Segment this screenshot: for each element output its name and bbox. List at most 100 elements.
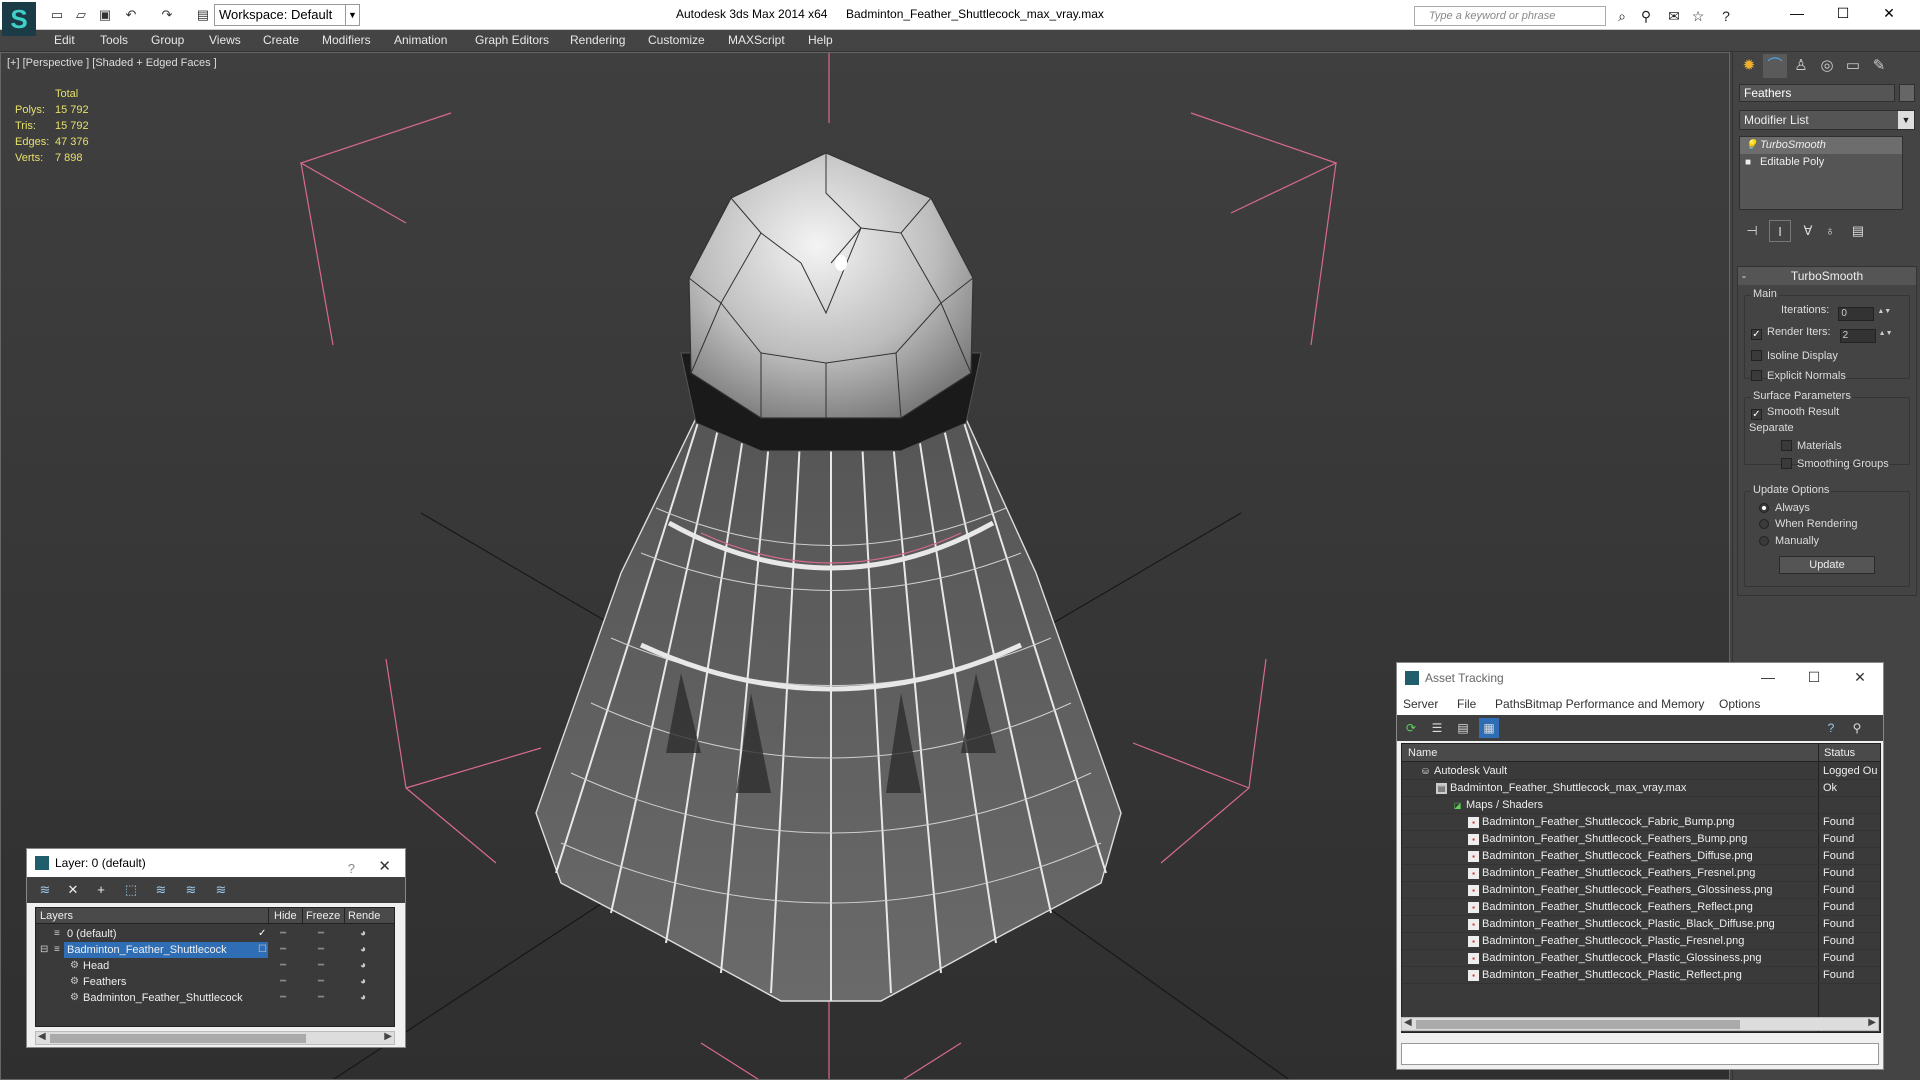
freeze-toggle[interactable]: ━ (318, 926, 332, 942)
project-folder-icon[interactable]: ▤ (194, 6, 212, 24)
current-layer-box-icon[interactable]: ☐ (258, 942, 267, 958)
hide-all-layers-icon[interactable]: ≋ (181, 880, 201, 900)
show-end-result-icon[interactable]: I (1769, 220, 1791, 242)
scroll-left-icon[interactable]: ◀ (38, 1031, 46, 1042)
menu-paths[interactable]: Paths (1495, 697, 1526, 711)
viewport-label[interactable]: [+] [Perspective ] [Shaded + Edged Faces… (7, 57, 217, 69)
new-file-icon[interactable]: ▭ (48, 6, 66, 24)
scroll-right-icon[interactable]: ▶ (384, 1031, 392, 1042)
asset-row[interactable]: ▪ Badminton_Feather_Shuttlecock_Feathers… (1402, 831, 1880, 848)
hide-toggle[interactable]: ━ (280, 958, 294, 974)
column-header-name[interactable]: Name (1408, 747, 1437, 759)
detail-view-icon[interactable]: ▤ (1453, 718, 1473, 738)
column-header-freeze[interactable]: Freeze (306, 910, 340, 922)
asset-row[interactable]: ▪ Badminton_Feather_Shuttlecock_Plastic_… (1402, 916, 1880, 933)
menu-views[interactable]: Views (209, 33, 241, 47)
stack-item-turbosmooth[interactable]: 💡 TurboSmooth (1740, 137, 1902, 154)
render-iters-checkbox[interactable]: ✓ (1751, 329, 1762, 340)
menu-tools[interactable]: Tools (100, 33, 128, 47)
layer-row[interactable]: ⊟ ≡ Badminton_Feather_Shuttlecock ☐ ━ ━ … (36, 942, 394, 958)
manually-radio[interactable] (1759, 536, 1769, 546)
render-iters-spinner[interactable]: 2 (1839, 329, 1876, 343)
highlight-layer-icon[interactable]: ≋ (151, 880, 171, 900)
help-icon[interactable]: ? (1821, 718, 1841, 738)
freeze-toggle[interactable]: ━ (318, 958, 332, 974)
smoothing-groups-checkbox[interactable] (1781, 458, 1792, 469)
asset-row[interactable]: ▪ Badminton_Feather_Shuttlecock_Plastic_… (1402, 933, 1880, 950)
minimize-button[interactable]: — (1745, 663, 1791, 693)
layer-horizontal-scrollbar[interactable]: ◀ ▶ (35, 1031, 395, 1045)
render-teapot-icon[interactable]: ◕ (360, 974, 366, 990)
communication-icon[interactable]: ✉ (1664, 6, 1684, 26)
menu-rendering[interactable]: Rendering (570, 33, 625, 47)
always-radio[interactable] (1759, 503, 1769, 513)
redo-icon[interactable]: ↷ (158, 6, 176, 24)
expand-plus-icon[interactable]: ■ (1745, 154, 1751, 171)
hierarchy-tab-icon[interactable]: ♙ (1789, 54, 1813, 78)
spinner-arrows-icon[interactable]: ▲▼ (1879, 330, 1893, 337)
collapse-minus-icon[interactable]: ⊟ (40, 942, 48, 958)
freeze-all-layers-icon[interactable]: ≋ (211, 880, 231, 900)
update-button[interactable]: Update (1779, 556, 1875, 574)
save-file-icon[interactable]: ▣ (96, 6, 114, 24)
asset-row[interactable]: ▤ Badminton_Feather_Shuttlecock_max_vray… (1402, 780, 1880, 797)
menu-server[interactable]: Server (1403, 697, 1438, 711)
create-layer-icon[interactable]: ≋ (35, 880, 55, 900)
explicit-normals-checkbox[interactable] (1751, 370, 1762, 381)
menu-graph-editors[interactable]: Graph Editors (475, 33, 549, 47)
asset-row[interactable]: ▪ Badminton_Feather_Shuttlecock_Feathers… (1402, 882, 1880, 899)
hide-toggle[interactable]: ━ (280, 990, 294, 1006)
asset-horizontal-scrollbar[interactable]: ◀ ▶ (1401, 1017, 1879, 1031)
display-tab-icon[interactable]: ▭ (1841, 54, 1865, 78)
undo-icon[interactable]: ↶ (122, 6, 140, 24)
hide-toggle[interactable]: ━ (280, 974, 294, 990)
asset-row[interactable]: ▪ Badminton_Feather_Shuttlecock_Feathers… (1402, 848, 1880, 865)
menu-animation[interactable]: Animation (394, 33, 447, 47)
minimize-button[interactable]: — (1774, 0, 1820, 28)
stack-item-editable-poly[interactable]: ■ Editable Poly (1740, 154, 1902, 171)
workspace-dropdown[interactable]: Workspace: Default ▼ (214, 4, 360, 26)
configure-sets-icon[interactable]: ▤ (1847, 220, 1869, 242)
spinner-arrows-icon[interactable]: ▲▼ (1877, 308, 1891, 315)
select-in-layer-icon[interactable]: ⬚ (121, 880, 141, 900)
binoculars-icon[interactable]: ⌕ (1612, 6, 1632, 26)
freeze-toggle[interactable]: ━ (318, 990, 332, 1006)
menu-group[interactable]: Group (151, 33, 184, 47)
create-tab-icon[interactable]: ✹ (1737, 54, 1761, 78)
subscription-icon[interactable]: ⚲ (1636, 6, 1656, 26)
hide-toggle[interactable]: ━ (280, 942, 294, 958)
maximize-button[interactable]: ☐ (1820, 0, 1866, 28)
materials-checkbox[interactable] (1781, 440, 1792, 451)
scroll-thumb[interactable] (50, 1034, 306, 1043)
remove-modifier-icon[interactable]: ♁ (1819, 220, 1841, 242)
column-header-render[interactable]: Rende (348, 910, 380, 922)
layer-object-row[interactable]: ⚙ Badminton_Feather_Shuttlecock ━ ━ ◕ (36, 990, 394, 1006)
favorites-star-icon[interactable]: ☆ (1688, 6, 1708, 26)
app-logo-icon[interactable]: S (2, 2, 36, 36)
open-file-icon[interactable]: ▱ (72, 6, 90, 24)
menu-customize[interactable]: Customize (648, 33, 705, 47)
asset-window-titlebar[interactable]: Asset Tracking — ☐ ✕ (1397, 663, 1883, 693)
lightbulb-icon[interactable]: 💡 (1745, 137, 1757, 154)
scroll-thumb[interactable] (1416, 1020, 1740, 1029)
menu-bitmap-performance[interactable]: Bitmap Performance and Memory (1525, 697, 1704, 711)
menu-help[interactable]: Help (808, 33, 833, 47)
render-teapot-icon[interactable]: ◕ (360, 958, 366, 974)
when-rendering-radio[interactable] (1759, 519, 1769, 529)
context-help-icon[interactable]: ⚲ (1847, 718, 1867, 738)
asset-row[interactable]: ▪ Badminton_Feather_Shuttlecock_Feathers… (1402, 899, 1880, 916)
pin-stack-icon[interactable]: ⊣ (1741, 220, 1763, 242)
search-input[interactable]: Type a keyword or phrase (1414, 6, 1606, 26)
isoline-checkbox[interactable] (1751, 350, 1762, 361)
render-teapot-icon[interactable]: ◕ (360, 926, 366, 942)
delete-layer-icon[interactable]: ✕ (63, 880, 83, 900)
close-button[interactable]: ✕ (1837, 663, 1883, 693)
asset-row[interactable]: ▪ Badminton_Feather_Shuttlecock_Feathers… (1402, 865, 1880, 882)
asset-row[interactable]: ⛁ Autodesk Vault Logged Ou (1402, 763, 1880, 780)
object-name-field[interactable]: Feathers (1739, 84, 1895, 102)
render-teapot-icon[interactable]: ◕ (360, 990, 366, 1006)
menu-edit[interactable]: Edit (54, 33, 75, 47)
add-to-layer-icon[interactable]: + (91, 880, 111, 900)
hide-toggle[interactable]: ━ (280, 926, 294, 942)
help-icon[interactable]: ? (1716, 6, 1736, 26)
